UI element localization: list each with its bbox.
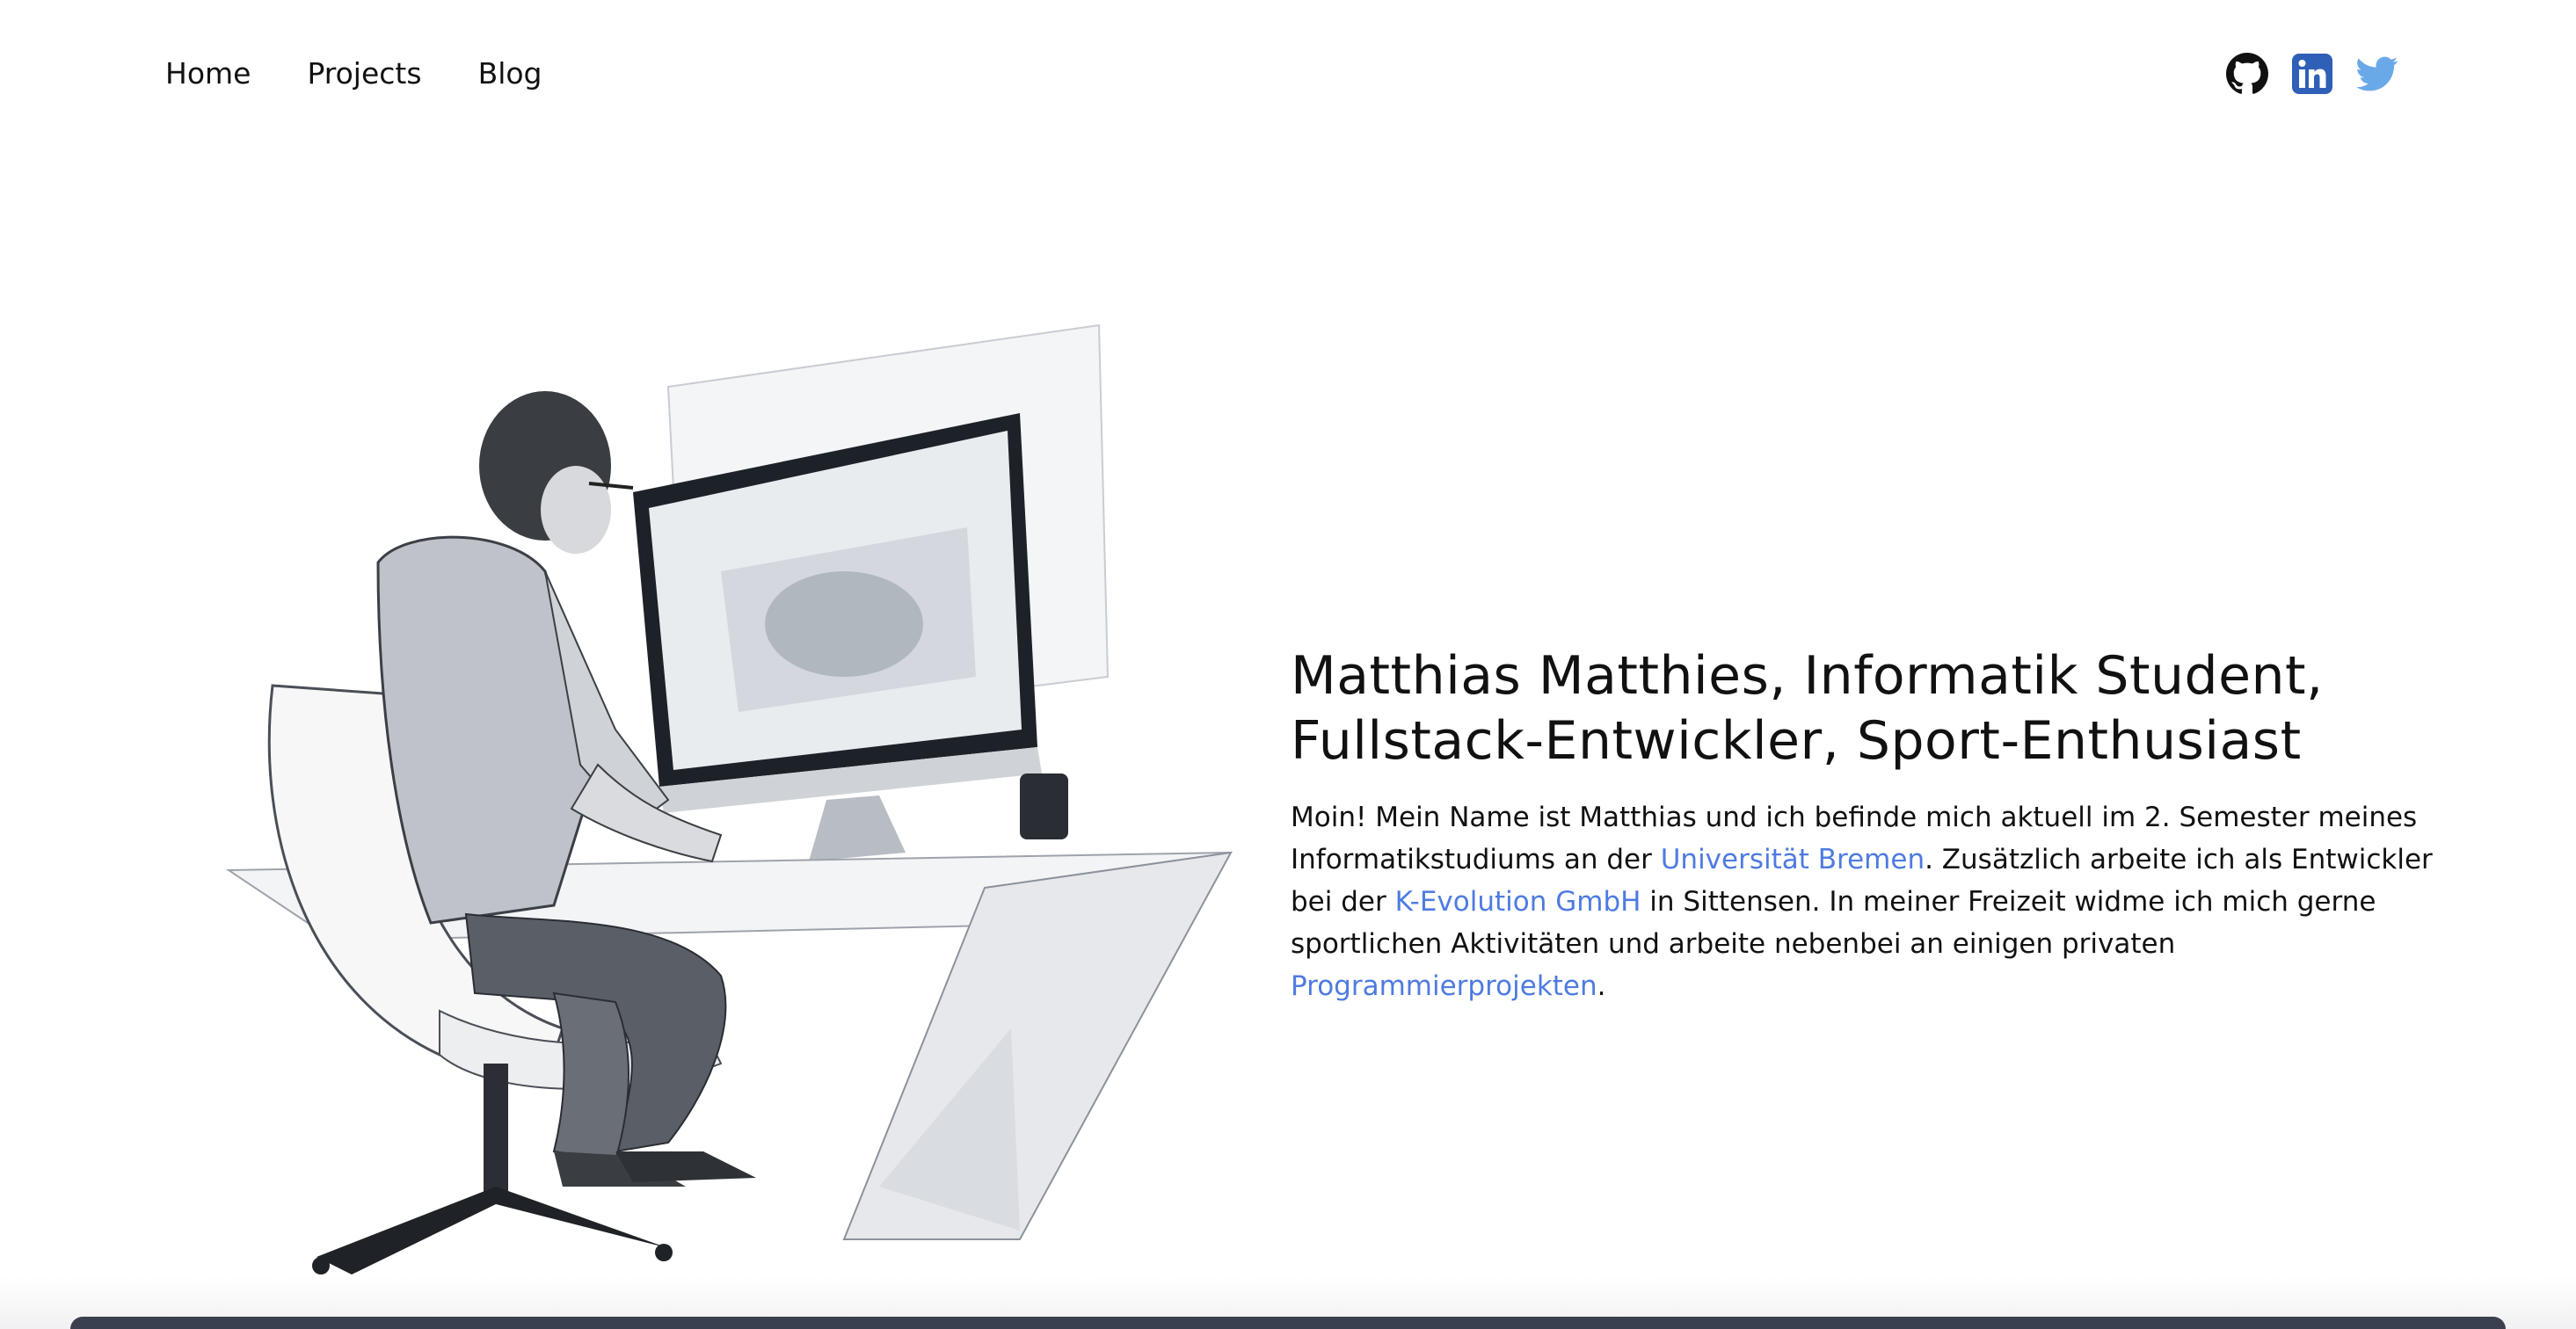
hero-title: Matthias Matthies, Informatik Student, F… <box>1291 643 2478 773</box>
universitaet-bremen-link[interactable]: Universität Bremen <box>1661 844 1925 875</box>
social-links <box>2226 53 2398 95</box>
nav-links: Home Projects Blog <box>165 56 542 91</box>
k-evolution-link[interactable]: K-Evolution GmbH <box>1395 886 1641 918</box>
nav-blog-link[interactable]: Blog <box>478 56 542 91</box>
hero-title-line-2: Fullstack-Entwickler, Sport-Enthusiast <box>1291 710 2302 772</box>
nav-projects-link[interactable]: Projects <box>307 56 421 91</box>
hero-illustration <box>176 308 1257 1301</box>
github-icon[interactable] <box>2226 53 2268 95</box>
hero-intro: Matthias Matthies, Informatik Student, F… <box>1291 643 2478 1007</box>
hero-bio: Moin! Mein Name ist Matthias und ich bef… <box>1291 796 2478 1007</box>
twitter-icon[interactable] <box>2356 53 2398 95</box>
linkedin-icon[interactable] <box>2291 53 2333 95</box>
bottom-strip <box>70 1317 2506 1329</box>
programmierprojekten-link[interactable]: Programmierprojekten <box>1291 970 1597 1002</box>
top-navigation: Home Projects Blog <box>0 0 2576 149</box>
bio-text-4: . <box>1597 970 1606 1002</box>
hero-title-line-1: Matthias Matthies, Informatik Student, <box>1291 645 2324 707</box>
nav-home-link[interactable]: Home <box>165 56 251 91</box>
